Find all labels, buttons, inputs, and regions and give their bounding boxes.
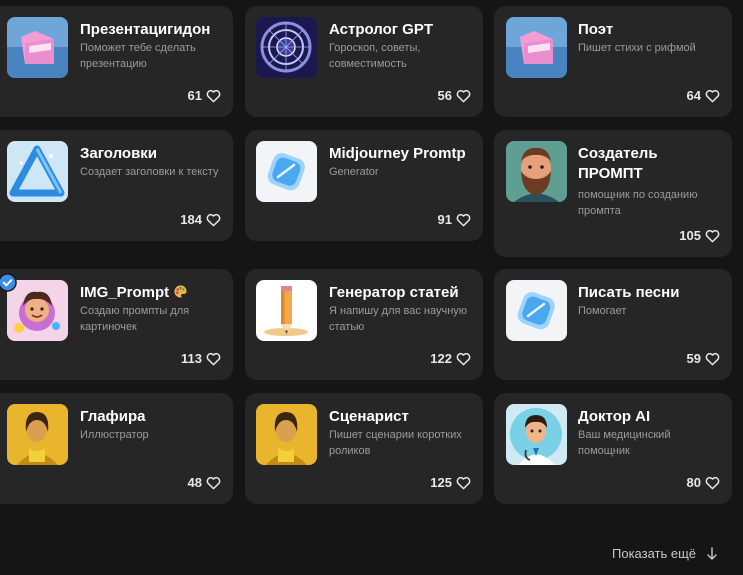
assistant-card[interactable]: IMG_Prompt Создаю промпты для картиночек… <box>0 269 233 380</box>
like-count: 61 <box>187 88 202 103</box>
verified-icon <box>0 273 17 292</box>
heart-icon <box>456 476 471 489</box>
heart-icon <box>456 89 471 102</box>
card-description: Создает заголовки к тексту <box>80 166 219 178</box>
assistant-card[interactable]: Поэт Пишет стихи с рифмой 64 <box>494 6 732 117</box>
card-title: Астролог GPT <box>329 21 434 38</box>
like-button[interactable]: 122 <box>430 351 471 366</box>
card-description: Помогает <box>578 305 627 317</box>
doctor-avatar-icon <box>506 404 567 465</box>
golden-figure-avatar-icon <box>256 404 317 465</box>
like-button[interactable]: 61 <box>188 88 221 103</box>
heart-icon <box>705 352 720 365</box>
heart-icon <box>456 352 471 365</box>
card-title: Поэт <box>578 21 614 38</box>
heart-icon <box>206 89 221 102</box>
card-title: Презентацигидон <box>80 21 211 38</box>
like-count: 64 <box>686 88 701 103</box>
assistant-card[interactable]: Астролог GPT Гороскоп, советы, совместим… <box>245 6 483 117</box>
like-button[interactable]: 125 <box>430 475 471 490</box>
triangle-logo-icon <box>7 141 68 202</box>
like-count: 125 <box>430 475 452 490</box>
card-title: Создатель ПРОМПТ <box>578 145 658 182</box>
assistant-card[interactable]: Глафира Иллюстратор 48 <box>0 393 233 504</box>
palette-icon <box>174 285 187 298</box>
like-count: 122 <box>430 351 452 366</box>
like-button[interactable]: 184 <box>180 212 221 227</box>
card-description: Пишет стихи с рифмой <box>578 42 696 54</box>
card-title: Сценарист <box>329 408 409 425</box>
like-count: 59 <box>686 351 701 366</box>
like-button[interactable]: 56 <box>438 88 471 103</box>
heart-icon <box>456 213 471 226</box>
like-button[interactable]: 113 <box>181 351 221 366</box>
heart-icon <box>206 476 221 489</box>
card-title: Midjourney Promtp <box>329 145 466 162</box>
heart-icon <box>705 89 720 102</box>
like-button[interactable]: 48 <box>188 475 221 490</box>
card-description: помощник по созданию промпта <box>578 189 698 217</box>
like-count: 105 <box>679 228 701 243</box>
card-description: Пишет сценарии коротких роликов <box>329 429 462 457</box>
arrow-down-icon <box>707 546 717 560</box>
assistant-card[interactable]: Midjourney Promtp Generator 91 <box>245 130 483 241</box>
card-description: Создаю промпты для картиночек <box>80 305 190 333</box>
show-more-button[interactable]: Показать ещё <box>612 546 718 561</box>
glass-cube-icon <box>506 280 567 341</box>
assistant-card[interactable]: Доктор AI Ваш медицинский помощник 80 <box>494 393 732 504</box>
card-description: Иллюстратор <box>80 429 149 441</box>
card-title: Генератор статей <box>329 284 459 301</box>
glass-cube-icon <box>256 141 317 202</box>
like-button[interactable]: 80 <box>687 475 720 490</box>
card-description: Поможет тебе сделать презентацию <box>80 42 196 70</box>
assistant-card[interactable]: Заголовки Создает заголовки к тексту 184 <box>0 130 233 241</box>
heart-icon <box>705 229 720 242</box>
assistant-card[interactable]: Создатель ПРОМПТ помощник по созданию пр… <box>494 130 732 257</box>
assistant-card[interactable]: Писать песни Помогает 59 <box>494 269 732 380</box>
card-description: Generator <box>329 166 379 178</box>
zodiac-icon <box>256 17 317 78</box>
golden-figure-avatar-icon <box>7 404 68 465</box>
card-title: Заголовки <box>80 145 158 162</box>
like-count: 48 <box>187 475 202 490</box>
folder-icon <box>506 17 567 78</box>
like-button[interactable]: 59 <box>687 351 720 366</box>
card-title: Доктор AI <box>578 408 651 425</box>
like-button[interactable]: 64 <box>687 88 720 103</box>
show-more-label: Показать ещё <box>612 546 697 561</box>
heart-icon <box>705 476 720 489</box>
card-title: Писать песни <box>578 284 680 301</box>
card-title: Глафира <box>80 408 146 425</box>
assistant-card[interactable]: Презентацигидон Поможет тебе сделать пре… <box>0 6 233 117</box>
bearded-man-avatar-icon <box>506 141 567 202</box>
card-description: Гороскоп, советы, совместимость <box>329 42 421 70</box>
card-title: IMG_Prompt <box>80 283 227 303</box>
like-count: 113 <box>181 351 202 366</box>
like-count: 56 <box>437 88 452 103</box>
folder-icon <box>7 17 68 78</box>
assistant-card[interactable]: Сценарист Пишет сценарии коротких ролико… <box>245 393 483 504</box>
like-count: 91 <box>437 212 452 227</box>
assistant-card[interactable]: Генератор статей Я напишу для вас научну… <box>245 269 483 380</box>
card-description: Ваш медицинский помощник <box>578 429 671 457</box>
like-button[interactable]: 105 <box>679 228 720 243</box>
heart-icon <box>206 213 221 226</box>
like-button[interactable]: 91 <box>438 212 471 227</box>
card-description: Я напишу для вас научную статью <box>329 305 468 333</box>
heart-icon <box>206 352 221 365</box>
like-count: 80 <box>686 475 701 490</box>
pencil-icon <box>256 280 317 341</box>
like-count: 184 <box>180 212 202 227</box>
